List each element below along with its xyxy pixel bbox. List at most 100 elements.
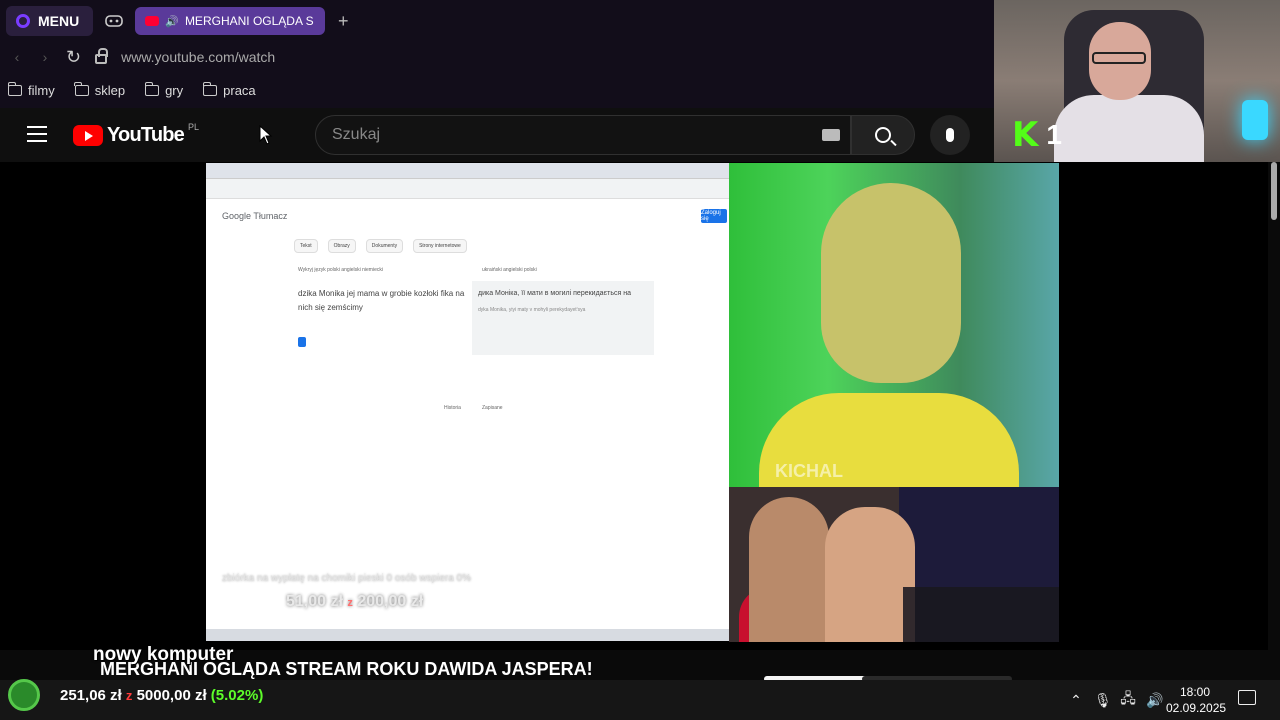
folder-icon [7,81,22,96]
donation-target: 5000,00 zł [136,686,207,704]
goal-current: 51,00 zł [286,593,343,610]
source-text: dzika Monika jej mama w grobie kozłoki f… [298,289,465,312]
clock-date: 02.09.2025 [1166,701,1227,715]
bookmark-sklep[interactable]: sklep [74,81,126,98]
youtube-wordmark: YouTube [107,124,185,146]
donation-goal-text: 251,06 zł z 5000,00 zł (5.02%) [60,687,263,704]
mode-chip: Strony internetowe [413,239,467,253]
bookmark-label: sklep [94,82,126,98]
youtube-play-icon [73,125,103,146]
gamepad-icon[interactable] [99,6,129,36]
room-background [899,487,1059,587]
chevron-up-icon[interactable]: ⌃ [1068,692,1084,709]
goal-overlay-text: zbiórka na wypłatę na chomiki pieski 0 o… [222,573,472,584]
voice-search-button[interactable] [930,115,970,155]
mode-chips: Tekst Obrazy Dokumenty Strony internetow… [294,239,467,253]
opera-icon [16,14,30,28]
screen-root: MENU 🔊 MERGHANI OGLĄDA S + ‹ › ↻ www.you… [0,0,1280,720]
browser-tab-bar: MENU 🔊 MERGHANI OGLĄDA S + [0,0,994,42]
bookmark-label: filmy [28,82,55,98]
bookmark-label: praca [223,82,256,98]
folder-icon [202,81,218,96]
forward-icon[interactable]: › [38,49,52,65]
url-field[interactable]: www.youtube.com/watch [121,49,275,65]
glasses [1092,52,1146,64]
saved-label: Zapisane [482,405,503,411]
mode-chip: Dokumenty [365,239,404,253]
back-icon[interactable]: ‹ [10,49,24,65]
lock-icon[interactable] [95,48,109,64]
folder-icon [144,81,160,96]
microphone-icon [298,337,306,347]
search-input[interactable]: Szukaj [315,115,851,155]
microphone-icon [946,128,954,142]
goal-amount: 51,00 zł z 200,00 zł [286,593,423,611]
streamer-body [1054,95,1204,162]
kick-viewer-badge: K 1 [1012,118,1062,152]
speaker-icon[interactable]: 🔊 [165,15,179,28]
clock-time: 18:00 [1179,685,1211,699]
captured-tab-strip [206,163,729,179]
taskbar-clock[interactable]: 18:00 02.09.2025 [1166,684,1227,716]
reload-icon[interactable]: ↻ [66,47,81,68]
search-placeholder: Szukaj [332,126,381,143]
youtube-logo[interactable]: YouTube PL [73,121,199,147]
speaker-icon[interactable]: 🔊 [1146,692,1163,709]
microphone-icon[interactable]: 🎙 [1094,692,1112,709]
target-text: дика Моніка, її мати в могилі перекидаєт… [478,290,631,297]
country-code: PL [187,121,199,132]
bookmark-gry[interactable]: gry [144,81,184,98]
target-languages: ukraiński angielski polski [482,267,537,273]
source-text-box: dzika Monika jej mama w grobie kozłoki f… [292,281,472,355]
person-right [825,507,915,642]
goal-target: 200,00 zł [357,593,424,610]
folder-icon [74,81,89,96]
bookmark-praca[interactable]: praca [202,81,256,98]
third-webcam [729,487,1059,642]
tab-title: MERGHANI OGLĄDA S [184,14,314,28]
transliteration: dyka Monika, yiyi maty v mohyli perekyda… [478,307,586,313]
captured-taskbar [206,629,729,641]
tab-youtube[interactable]: 🔊 MERGHANI OGLĄDA S [135,7,326,35]
new-pc-label: nowy komputer [93,644,234,665]
bookmark-filmy[interactable]: filmy [7,81,55,98]
video-screen-capture: Google Tłumacz Zaloguj się Tekst Obrazy … [206,163,729,641]
page-scrollbar[interactable] [1268,162,1280,680]
system-tray: ⌃ 🎙 🖧 🔊 [1068,684,1163,716]
person-left [749,497,829,642]
viewer-count: 1 [1046,119,1062,150]
hamburger-menu-icon[interactable] [27,126,47,142]
lamp [1242,100,1268,140]
target-text-box: дика Моніка, її мати в могилі перекидаєт… [472,281,654,355]
search-button[interactable] [851,115,915,155]
notification-icon[interactable] [1238,690,1256,705]
cam-watermark: KICHAL [775,461,843,481]
mode-chip: Obrazy [327,239,356,253]
captured-address-bar [206,179,729,199]
address-bar: ‹ › ↻ www.youtube.com/watch [0,42,994,72]
youtube-favicon-icon [145,16,160,26]
search-icon [875,127,891,143]
donation-current: 251,06 zł [60,686,122,704]
donation-of: z [125,687,133,703]
source-languages: Wykryj język polski angielski niemiecki [298,267,383,273]
bookmarks-bar: filmy sklep gry praca [0,72,994,108]
chat-overlay [903,587,1059,642]
network-icon[interactable]: 🖧 [1120,688,1136,712]
goal-icon [8,679,40,711]
kick-logo-icon: K [1012,115,1039,155]
donation-goal-bar: 251,06 zł z 5000,00 zł (5.02%) [0,678,340,712]
donation-percent: (5.02%) [210,686,264,704]
guest-webcam: KICHAL [729,163,1059,487]
goal-of: z [347,597,353,609]
translate-title: Google Tłumacz [222,211,288,221]
scrollbar-thumb[interactable] [1271,162,1277,220]
keyboard-icon[interactable] [822,129,840,141]
new-tab-icon[interactable]: + [331,11,355,32]
bookmark-label: gry [165,82,184,98]
mouse-cursor-icon [259,125,273,145]
guest-head [821,183,961,383]
history-label: Historia [444,405,461,411]
menu-label: MENU [38,13,80,29]
browser-menu-button[interactable]: MENU [6,6,94,36]
